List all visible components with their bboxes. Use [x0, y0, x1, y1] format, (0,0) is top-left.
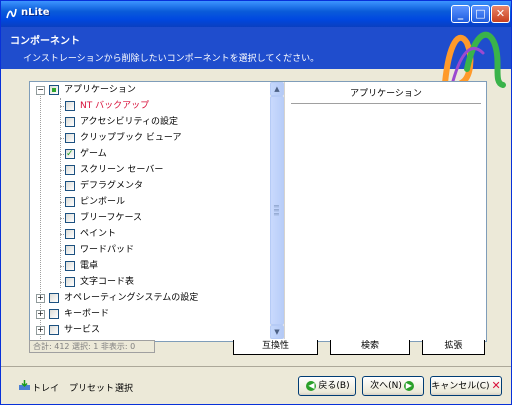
grip-icon: ═ ═ ═ [274, 202, 279, 219]
back-arrow-icon: ◀ [306, 380, 317, 391]
tree-line [60, 98, 61, 288]
panel-divider[interactable] [284, 82, 285, 339]
page-header: コンポーネント インストレーションから削除したいコンポーネントを選択してください… [1, 27, 511, 88]
tree-item-label: サービス [64, 325, 101, 335]
component-tree[interactable]: − アプリケーション NT バックアップ アクセシビリティの設定 クリップブック… [30, 82, 270, 339]
back-button[interactable]: ◀ 戻る(B) [298, 376, 356, 396]
expand-icon[interactable]: + [36, 326, 45, 335]
select-link[interactable]: 選択 [115, 381, 133, 394]
tree-checkbox[interactable] [65, 146, 75, 162]
tree-checkbox[interactable] [65, 117, 75, 127]
tree-checkbox[interactable] [65, 181, 75, 191]
page-subtitle: インストレーションから削除したいコンポーネントを選択してください。 [23, 54, 320, 64]
tree-checkbox[interactable] [65, 197, 75, 207]
tree-item-label: ブリーフケース [80, 213, 143, 223]
tree-item-label: ペイント [80, 229, 117, 239]
tree-item-label: デフラグメンタ [80, 181, 144, 191]
tree-checkbox[interactable] [49, 309, 59, 319]
expand-icon[interactable]: + [36, 310, 45, 319]
tree-checkbox[interactable] [65, 261, 75, 271]
tree-item-label: ワードパッド [80, 245, 135, 255]
tray-icon[interactable] [18, 380, 31, 391]
tree-checkbox[interactable] [65, 165, 75, 175]
next-button[interactable]: 次へ(N) ▶ [362, 376, 424, 396]
back-button-label: 戻る(B) [318, 381, 350, 391]
tree-checkbox[interactable] [65, 245, 75, 255]
tree-item-label: キーボード [64, 309, 110, 319]
tree-item-label: NT バックアップ [80, 101, 150, 111]
tree-checkbox[interactable] [65, 229, 75, 239]
preset-link[interactable]: プリセット [69, 381, 114, 394]
tree-item-label: 文字コード表 [80, 277, 135, 287]
tree-item-label: クリップブック ビューア [80, 133, 182, 143]
tree-item-label: アクセシビリティの設定 [80, 117, 179, 127]
tree-checkbox[interactable] [65, 133, 75, 143]
tree-item-label: オペレーティングシステムの設定 [64, 293, 199, 303]
tree-checkbox[interactable] [49, 325, 59, 335]
tree-item-label: ゲーム [80, 149, 107, 159]
nlite-app-icon [6, 8, 17, 19]
window-title: nLite [21, 7, 50, 18]
scroll-up-icon[interactable]: ▲ [270, 82, 284, 96]
tree-item-label: アプリケーション [64, 85, 136, 95]
scroll-down-icon[interactable]: ▼ [270, 325, 284, 339]
tree-item-label: 電卓 [80, 261, 99, 271]
minimize-button[interactable]: _ [451, 5, 470, 23]
close-button[interactable]: ✕ [491, 5, 510, 23]
footer-separator [1, 366, 511, 367]
cancel-button[interactable]: キャンセル(C) ✕ [430, 376, 502, 396]
tab-compatibility[interactable]: 互換性 [233, 340, 318, 355]
expand-icon[interactable]: + [36, 294, 45, 303]
tree-checkbox[interactable] [49, 85, 59, 95]
maximize-button[interactable]: □ [471, 5, 490, 23]
nlite-window: nLite _ □ ✕ コンポーネント インストレーションから削除したいコンポー… [0, 0, 512, 405]
cancel-button-label: キャンセル(C) [431, 381, 490, 392]
tree-checkbox[interactable] [65, 101, 75, 111]
tree-item-label: スクリーン セーバー [80, 165, 164, 175]
tab-extensions[interactable]: 拡張 [422, 340, 485, 355]
collapse-icon[interactable]: − [36, 86, 45, 95]
next-button-label: 次へ(N) [370, 381, 402, 391]
tree-scrollbar[interactable]: ▲ ═ ═ ═ ▼ [270, 82, 284, 339]
scrollbar-thumb[interactable]: ═ ═ ═ [270, 96, 284, 325]
page-title: コンポーネント [10, 36, 80, 47]
tree-item-label: ピンボール [80, 197, 126, 207]
tree-checkbox[interactable] [65, 277, 75, 287]
tray-link[interactable]: トレイ [32, 381, 59, 394]
next-arrow-icon: ▶ [403, 380, 414, 391]
status-counts: 合計: 412 選択: 1 非表示: 0 [29, 340, 155, 353]
tab-search[interactable]: 検索 [330, 340, 410, 355]
tree-checkbox[interactable] [65, 213, 75, 223]
description-header: アプリケーション [291, 85, 481, 104]
tree-checkbox[interactable] [49, 293, 59, 303]
cancel-x-icon: ✕ [491, 379, 501, 392]
